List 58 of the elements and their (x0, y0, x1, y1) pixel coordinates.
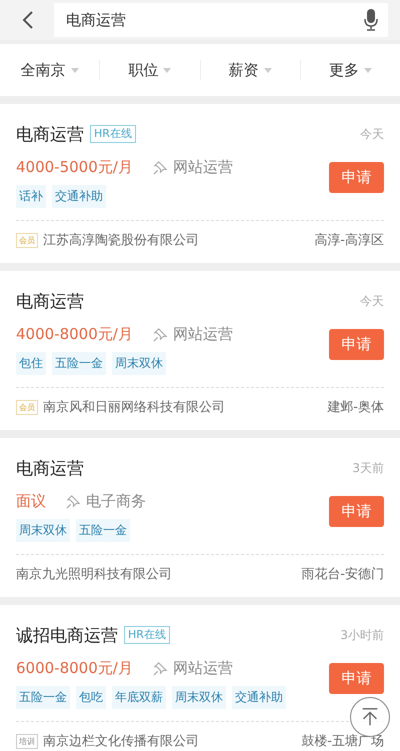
company-badge: 培训 (16, 734, 38, 748)
pin-icon (152, 160, 168, 174)
job-card[interactable]: 电商运营 今天 4000-8000元/月 网站运营 包住 五险一金 周末双休 申请 会员 南京风和日丽网络科技有限公司 建邺-奥体 (0, 271, 400, 430)
caret-icon (163, 68, 172, 72)
company-badge: 会员 (16, 400, 38, 414)
hr-online-badge: HR在线 (90, 125, 136, 143)
search-field[interactable]: 电商运营 (54, 3, 388, 37)
job-category: 网站运营 (172, 658, 233, 678)
caret-icon (264, 68, 272, 72)
microphone-icon[interactable] (364, 9, 378, 31)
job-title: 电商运营 (16, 124, 84, 146)
post-time: 今天 (360, 126, 384, 142)
job-category: 网站运营 (172, 324, 233, 344)
company-name: 南京风和日丽网络科技有限公司 (43, 399, 225, 416)
salary: 4000-8000元/月 (16, 324, 133, 344)
benefit-tag: 五险一金 (76, 519, 130, 542)
benefit-tag: 交通补助 (52, 185, 106, 208)
job-category: 网站运营 (172, 158, 233, 176)
benefit-tag: 周末双休 (112, 352, 166, 375)
company-name: 南京边栏文化传播有限公司 (43, 733, 199, 750)
benefit-tag: 话补 (16, 185, 46, 208)
benefit-tag: 包吃 (76, 686, 106, 709)
benefit-tag: 年底双薪 (112, 686, 166, 709)
salary: 4000-5000元/月 (16, 158, 133, 176)
company-name: 江苏高淳陶瓷股份有限公司 (43, 232, 199, 249)
job-card[interactable]: 电商运营 3天前 面议 电子商务 周末双休 五险一金 申请 南京九光照明科技有限公司 雨花台-安德门 (0, 438, 400, 597)
job-title: 电商运营 (16, 458, 84, 480)
job-card[interactable]: 电商运营 HR在线 今天 4000-5000元/月 网站运营 话补 交通补助 申请 会员 江苏高淳陶瓷股份有限公司 高淳-高淳区 (0, 104, 400, 263)
hr-online-badge: HR在线 (124, 626, 170, 644)
benefit-tag: 交通补助 (232, 686, 286, 709)
caret-icon (70, 68, 79, 72)
job-title: 诚招电商运营 (16, 624, 118, 646)
pin-icon (152, 326, 168, 342)
benefit-tag: 包住 (16, 352, 46, 375)
job-category: 电子商务 (86, 492, 146, 510)
pin-icon (152, 660, 168, 676)
benefit-tag: 五险一金 (52, 352, 106, 375)
location: 高淳-高淳区 (314, 232, 384, 249)
benefit-tag: 五险一金 (16, 686, 70, 709)
filter-dropdown[interactable]: 更多 (300, 60, 400, 80)
location: 建邺-奥体 (327, 399, 384, 416)
post-time: 今天 (360, 292, 384, 310)
benefit-tag: 周末双休 (16, 519, 70, 542)
filter-dropdown[interactable]: 薪资 (200, 60, 300, 80)
salary: 面议 (16, 492, 46, 510)
post-time: 3天前 (352, 460, 384, 476)
company-name: 南京九光照明科技有限公司 (16, 566, 172, 583)
filter-dropdown[interactable]: 全南京 (0, 60, 100, 80)
salary: 6000-8000元/月 (16, 658, 133, 678)
job-title: 电商运营 (16, 290, 84, 312)
company-badge: 会员 (16, 232, 38, 248)
location: 雨花台-安德门 (301, 566, 384, 583)
post-time: 3小时前 (340, 626, 384, 644)
filter-dropdown[interactable]: 职位 (100, 60, 200, 80)
back-icon[interactable] (22, 10, 34, 30)
caret-icon (364, 68, 372, 72)
benefit-tag: 周末双休 (172, 686, 226, 709)
pin-icon (66, 494, 81, 508)
